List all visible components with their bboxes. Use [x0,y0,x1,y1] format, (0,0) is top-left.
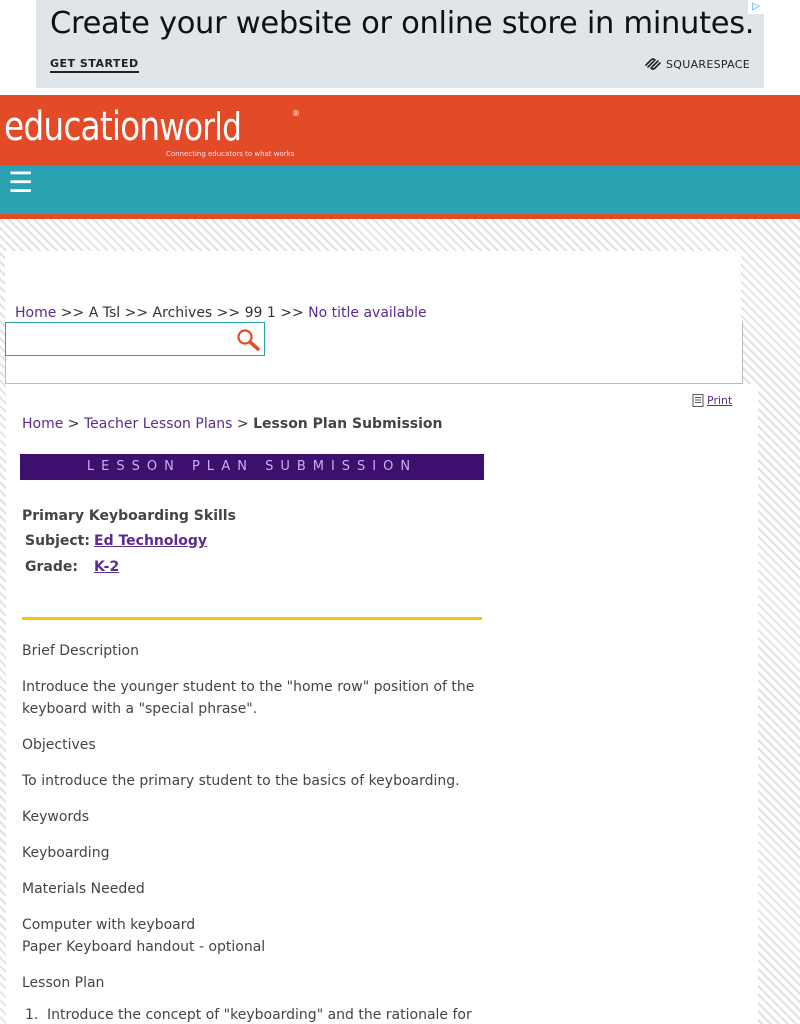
breadcrumb-home-link[interactable]: Home [15,305,56,321]
print-icon [692,394,704,407]
brief-text: Introduce the younger student to the "ho… [22,679,475,717]
hamburger-menu-icon[interactable]: ☰ [8,165,33,201]
section-divider [22,617,482,620]
ad-brand[interactable]: SQUARESPACE [644,57,750,71]
breadcrumb-home-link[interactable]: Home [22,416,63,432]
breadcrumb-separator: >> [120,305,153,321]
lesson-plan-heading: Lesson Plan [22,975,105,991]
grade-row: Grade: K-2 [25,559,119,575]
section-banner: LESSON PLAN SUBMISSION [20,454,484,480]
materials-item: Paper Keyboard handout - optional [22,939,266,955]
breadcrumb-separator: > [232,416,254,432]
print-link[interactable]: Print [692,394,732,407]
lesson-plan-list: 1. Introduce the concept of "keyboarding"… [22,1007,472,1023]
subject-value-link[interactable]: Ed Technology [94,533,207,549]
breadcrumb-separator: >> [275,305,309,321]
subject-row: Subject: Ed Technology [25,533,207,549]
objectives-heading: Objectives [22,737,96,753]
breadcrumb-item-a-tsl: A Tsl [88,305,121,321]
squarespace-logo-icon [645,58,661,70]
site-header: educationworld ® Connecting educators to… [0,95,800,165]
breadcrumb-lesson-plans-link[interactable]: Teacher Lesson Plans [84,416,232,432]
logo-registered-mark: ® [292,109,300,118]
keywords-text: Keyboarding [22,845,110,861]
objectives-text: To introduce the primary student to the … [22,773,460,789]
print-label: Print [707,394,733,407]
keywords-heading: Keywords [22,809,90,825]
logo-text-education: education [4,104,160,150]
breadcrumb-archive: Home >> A Tsl >> Archives >> 99 1 >> No … [15,305,427,321]
breadcrumb-separator: >> [212,305,245,321]
subject-label: Subject: [25,533,90,549]
grade-label: Grade: [25,559,78,575]
breadcrumb-item-archives: Archives [152,305,213,321]
brief-heading: Brief Description [22,643,139,659]
logo-text-world: world [159,105,242,149]
logo-tagline: Connecting educators to what works [166,150,295,158]
site-logo[interactable]: educationworld ® Connecting educators to… [4,104,300,158]
ad-brand-label: SQUARESPACE [666,57,750,71]
lesson-title: Primary Keyboarding Skills [22,508,236,524]
search-icon[interactable] [234,326,262,354]
search-box [5,322,265,356]
breadcrumb-item-99-1: 99 1 [244,305,276,321]
materials-item: Computer with keyboard [22,917,196,933]
breadcrumb-separator: >> [56,305,89,321]
nav-bar: ☰ [0,165,800,215]
breadcrumb-separator: > [63,416,84,432]
ad-headline[interactable]: Create your website or online store in m… [50,6,754,41]
materials-heading: Materials Needed [22,881,145,897]
search-input[interactable] [8,325,228,353]
ad-get-started-link[interactable]: GET STARTED [50,57,139,73]
list-item-number: 1. [25,1007,39,1023]
grade-value-link[interactable]: K-2 [94,559,119,575]
ad-banner[interactable]: Create your website or online store in m… [36,0,764,88]
list-item: 1. Introduce the concept of "keyboarding"… [22,1007,472,1023]
list-item-text: Introduce the concept of "keyboarding" a… [47,1007,472,1023]
breadcrumb-current-link[interactable]: No title available [308,305,427,321]
breadcrumb: Home > Teacher Lesson Plans > Lesson Pla… [22,416,443,432]
adchoices-icon[interactable]: ▷ [748,0,764,14]
breadcrumb-current: Lesson Plan Submission [253,416,443,432]
